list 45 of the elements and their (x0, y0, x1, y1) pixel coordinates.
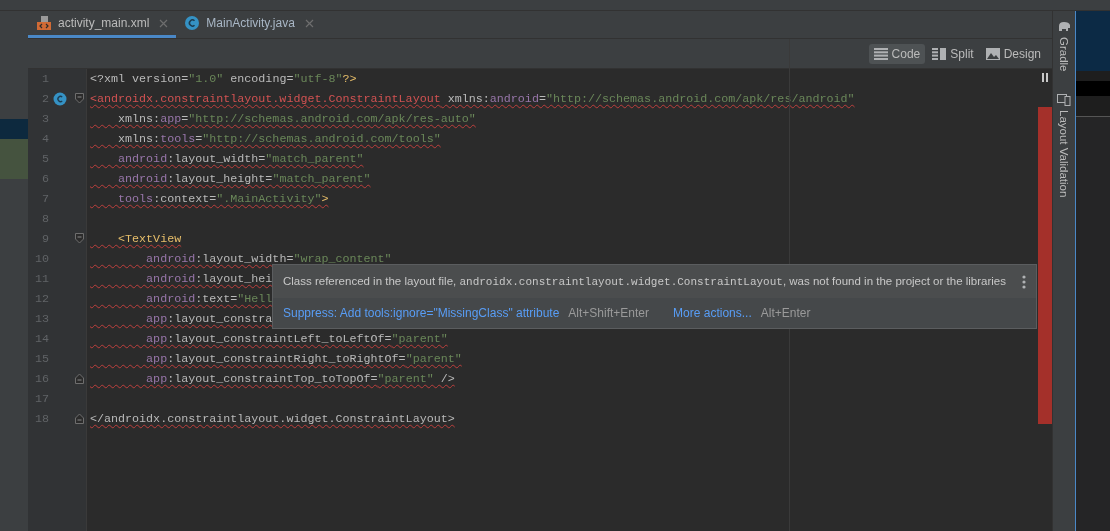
title-bar (1076, 11, 1110, 71)
view-mode-button[interactable]: Code (868, 43, 926, 64)
split-icon (932, 47, 947, 60)
pause-icon[interactable] (1042, 73, 1048, 82)
close-icon[interactable] (159, 18, 169, 28)
file-tab[interactable]: MainActivity.java (176, 11, 322, 38)
class-icon (184, 15, 201, 31)
elephant-icon (1057, 21, 1071, 33)
code-line: <TextView (117, 231, 182, 247)
fold-icon[interactable] (75, 373, 84, 384)
class-icon[interactable] (53, 92, 67, 106)
lines-icon (873, 47, 888, 60)
code-line: <?xml version="1.0" encoding="utf-8"?> (90, 71, 357, 87)
close-icon[interactable] (304, 18, 314, 28)
code-line: app:layout_constraintLeft_toLeftOf="parent" (145, 331, 448, 347)
xml-file-icon (36, 15, 52, 31)
code-line: tools:context=".MainActivity"> (117, 191, 329, 207)
code-line: <androidx.constraintlayout.widget.ConstraintLayout xmlns:android="http://schemas.android.com/apk/res/android" (90, 91, 855, 107)
tool-window-button[interactable]: Layout Validation (1057, 91, 1071, 197)
shortcut-hint: Alt+Enter (760, 306, 811, 320)
view-mode-button[interactable]: Design (980, 43, 1046, 64)
code-line: android:layout_width="wrap_content" (145, 251, 392, 267)
toolbar (1076, 81, 1110, 96)
shortcut-hint: Alt+Shift+Enter (568, 306, 650, 320)
view-mode-button[interactable]: Split (927, 43, 979, 64)
fold-icon[interactable] (75, 93, 84, 104)
code-line: app:layout_constraintTop_toTopOf="parent" /> (145, 371, 455, 387)
code-line: android:text="Hell (145, 291, 273, 307)
image-icon (985, 47, 1000, 60)
fold-icon[interactable] (75, 413, 84, 424)
code-line: app:layout_constra (145, 311, 273, 327)
more-icon[interactable] (1022, 274, 1026, 289)
code-line: xmlns:app="http://schemas.android.com/apk/res-auto" (117, 111, 476, 127)
code-line: android:layout_hei (145, 271, 273, 287)
code-line: android:layout_width="match_parent" (117, 151, 364, 167)
action-link[interactable]: More actions... (673, 306, 752, 320)
code-line: </androidx.constraintlayout.widget.ConstraintLayout> (90, 411, 455, 427)
code-line: android:layout_height="match_parent" (117, 171, 371, 187)
tool-window-button[interactable]: Gradle (1057, 21, 1071, 72)
devices-icon (1057, 91, 1071, 106)
error-message: Class referenced in the layout file, androidx.constraintlayout.widget.ConstraintLayout, was not found in the project or the libraries (283, 275, 1006, 288)
fold-icon[interactable] (75, 233, 84, 244)
action-link[interactable]: Suppress: Add tools:ignore="MissingClass" attribute (283, 306, 560, 320)
code-line: xmlns:tools="http://schemas.android.com/tools" (117, 131, 441, 147)
code-line: app:layout_constraintRight_toRightOf="parent" (145, 351, 462, 367)
